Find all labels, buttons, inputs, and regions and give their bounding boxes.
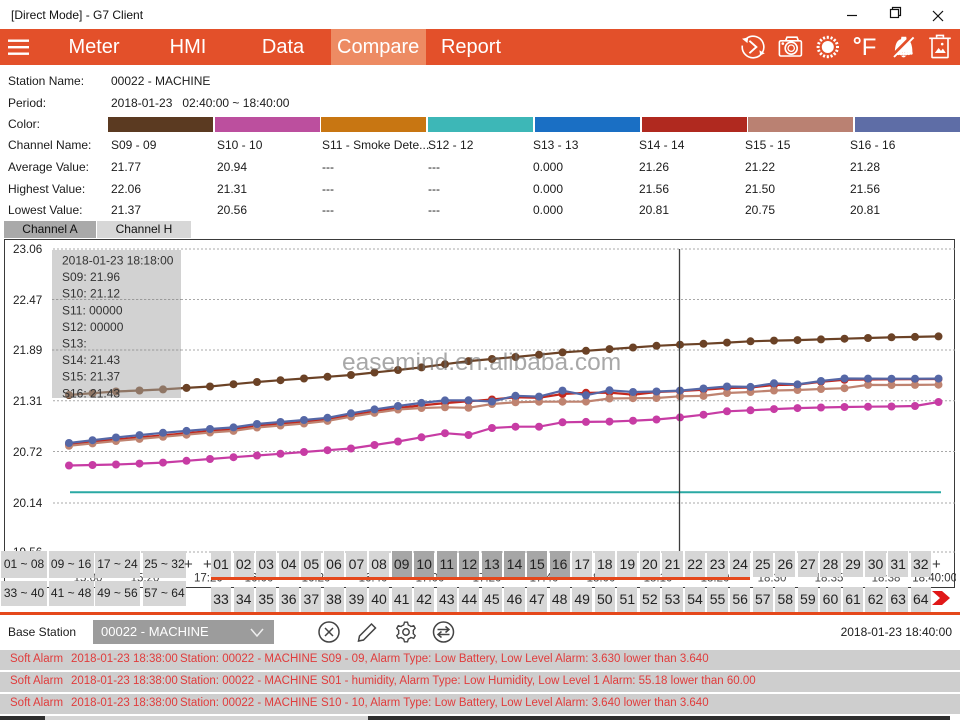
svg-text:F: F xyxy=(862,34,877,61)
svg-text:23.06: 23.06 xyxy=(13,243,42,256)
svg-text:S11: 00000: S11: 00000 xyxy=(62,303,123,317)
svg-text:S12: 00000: S12: 00000 xyxy=(62,320,124,334)
svg-text:21.89: 21.89 xyxy=(13,344,42,357)
svg-text:2018-01-23 18:18:00: 2018-01-23 18:18:00 xyxy=(62,254,174,268)
svg-text:22.47: 22.47 xyxy=(13,294,42,307)
svg-text:S14: 21.43: S14: 21.43 xyxy=(62,353,120,367)
svg-text:S15: 21.37: S15: 21.37 xyxy=(62,370,120,384)
svg-text:easemind.en.alibaba.com: easemind.en.alibaba.com xyxy=(342,349,621,376)
svg-text:S16: 21.43: S16: 21.43 xyxy=(62,386,120,400)
svg-text:S09: 21.96: S09: 21.96 xyxy=(62,270,120,284)
svg-text:20.14: 20.14 xyxy=(13,497,43,510)
svg-text:S13:: S13: xyxy=(62,337,87,351)
svg-text:20.72: 20.72 xyxy=(13,446,42,459)
svg-text:S10: 21.12: S10: 21.12 xyxy=(62,287,120,301)
svg-text:21.31: 21.31 xyxy=(13,395,42,408)
